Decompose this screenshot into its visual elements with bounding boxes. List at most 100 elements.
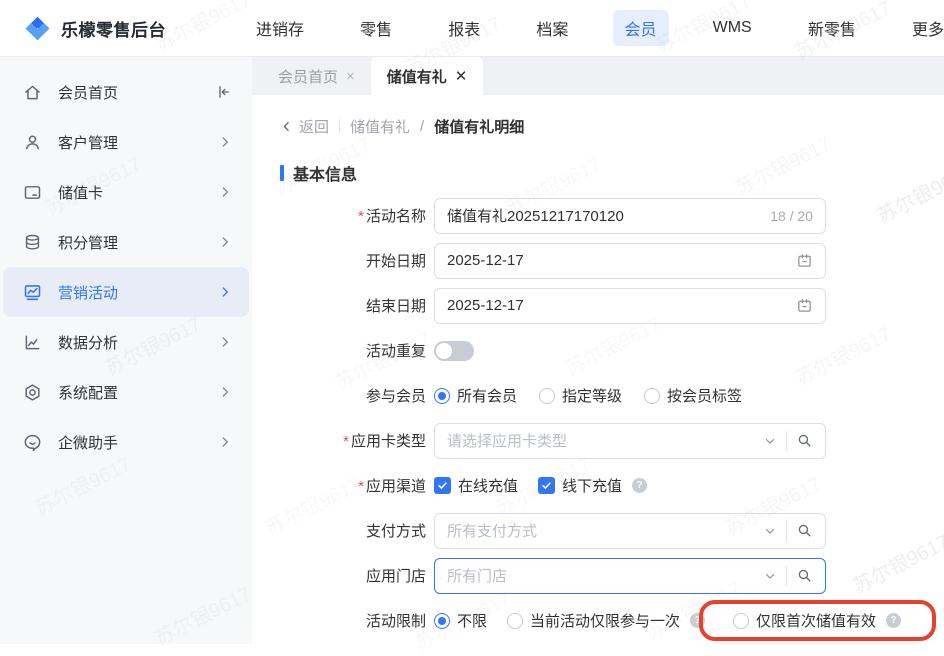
help-icon[interactable]: ? (632, 478, 648, 493)
card-type-select[interactable]: 请选择应用卡类型 (434, 422, 826, 459)
sidebar-item-points-management[interactable]: 积分管理 (0, 217, 252, 267)
lemon-logo-icon (25, 16, 50, 40)
chevron-left-icon (283, 121, 289, 131)
settings-icon (20, 380, 44, 404)
top-nav: 进销存 零售 报表 档案 会员 WMS 新零售 更多 (244, 10, 944, 46)
wecom-assistant-icon (20, 430, 44, 454)
chevron-down-icon[interactable] (763, 569, 777, 583)
nav-item-new-retail[interactable]: 新零售 (796, 10, 868, 46)
chevron-right-icon (218, 235, 232, 249)
breadcrumb-parent[interactable]: 储值有礼 (350, 116, 410, 137)
radio-by-member-tag[interactable]: 按会员标签 (644, 385, 742, 406)
sidebar-item-label: 会员首页 (58, 84, 119, 102)
payment-select[interactable]: 所有支付方式 (434, 512, 826, 549)
sidebar-item-marketing-activities[interactable]: 营销活动 (3, 267, 249, 317)
radio-label: 仅限首次储值有效 (756, 613, 877, 630)
required-mark: * (358, 478, 364, 495)
field-label: * 应用渠道 (358, 478, 426, 495)
field-label: 开始日期 (365, 253, 426, 270)
chevron-right-icon (218, 185, 232, 199)
help-icon[interactable]: ? (886, 613, 902, 628)
calendar-icon[interactable] (796, 252, 813, 269)
search-icon[interactable] (796, 522, 813, 539)
radio-label: 指定等级 (562, 388, 623, 405)
checkbox-offline-recharge[interactable]: 线下充值 ? (538, 475, 648, 496)
radio-icon (507, 612, 524, 629)
sidebar-item-label: 积分管理 (58, 234, 119, 252)
tab-member-home[interactable]: 会员首页 × (262, 57, 371, 95)
toggle-knob (436, 342, 452, 359)
start-date-picker[interactable] (434, 242, 826, 279)
radio-icon (733, 612, 750, 629)
form-row-channels: * 应用渠道 在线充值 线下充值 ? (280, 463, 944, 508)
sidebar-item-label: 客户管理 (58, 134, 119, 152)
field-label: 支付方式 (365, 523, 426, 540)
help-icon[interactable]: ? (690, 613, 706, 628)
field-label: * 应用卡类型 (343, 433, 426, 450)
nav-item-more[interactable]: 更多 (900, 10, 944, 46)
sidebar-item-customer-management[interactable]: 客户管理 (0, 117, 252, 167)
stores-select[interactable]: 所有门店 (434, 557, 826, 594)
sidebar-item-label: 企微助手 (58, 434, 119, 452)
back-label: 返回 (299, 118, 330, 136)
checkbox-online-recharge[interactable]: 在线充值 (434, 475, 518, 496)
form-row-member-scope: 参与会员 所有会员 指定等级 按会员标签 (280, 373, 944, 418)
field-label: 参与会员 (365, 388, 426, 405)
calendar-icon[interactable] (796, 297, 813, 314)
chevron-right-icon (218, 385, 232, 399)
chevron-down-icon[interactable] (763, 434, 777, 448)
activity-name-input[interactable] (447, 207, 763, 224)
collapse-sidebar-icon[interactable] (214, 83, 232, 101)
nav-item-retail[interactable]: 零售 (348, 10, 404, 46)
search-icon[interactable] (796, 567, 813, 584)
tab-stored-value-gift[interactable]: 储值有礼 ✕ (370, 57, 484, 95)
user-icon (20, 130, 44, 154)
form-row-repeat: 活动重复 (280, 328, 944, 373)
field-label: * 活动名称 (358, 208, 426, 225)
repeat-toggle[interactable] (434, 340, 474, 361)
sidebar-item-stored-value-card[interactable]: 储值卡 (0, 167, 252, 217)
radio-specified-level[interactable]: 指定等级 (539, 385, 622, 406)
activity-name-input-box: 18 / 20 (434, 197, 826, 234)
breadcrumb-separator: / (420, 117, 425, 135)
close-icon[interactable]: ✕ (455, 67, 468, 85)
radio-once-per-activity[interactable]: 当前活动仅限参与一次 ? (507, 610, 706, 631)
sidebar: 会员首页 客户管理 储值卡 积分管理 营销活动 数据分析 系统配置 企微助手 (0, 57, 252, 644)
select-divider (786, 565, 787, 586)
form-row-start-date: 开始日期 (280, 238, 944, 283)
search-icon[interactable] (796, 432, 813, 449)
nav-item-member[interactable]: 会员 (612, 10, 669, 46)
back-button[interactable]: 返回 (280, 116, 329, 137)
checkbox-checked-icon (434, 477, 451, 494)
form-row-card-type: * 应用卡类型 请选择应用卡类型 (280, 418, 944, 463)
form-row-limit: 活动限制 不限 当前活动仅限参与一次 ? 仅限首次储值有效 ? (280, 598, 944, 643)
sidebar-item-data-analysis[interactable]: 数据分析 (0, 317, 252, 367)
radio-all-members[interactable]: 所有会员 (434, 385, 517, 406)
section-title: 基本信息 (293, 167, 358, 184)
section-basic-info: 基本信息 (280, 163, 944, 184)
nav-item-archives[interactable]: 档案 (524, 10, 580, 46)
breadcrumb-current: 储值有礼明细 (434, 118, 525, 136)
sidebar-item-member-home[interactable]: 会员首页 (0, 67, 252, 117)
radio-icon (539, 387, 556, 404)
required-mark: * (343, 433, 349, 450)
radio-label: 当前活动仅限参与一次 (530, 613, 681, 630)
nav-item-wms[interactable]: WMS (701, 13, 764, 43)
marketing-icon (20, 280, 44, 304)
close-icon[interactable]: × (346, 68, 355, 85)
sidebar-item-wecom-assistant[interactable]: 企微助手 (0, 417, 252, 467)
tab-strip: 会员首页 × 储值有礼 ✕ (252, 57, 944, 95)
nav-item-inventory[interactable]: 进销存 (244, 10, 316, 46)
end-date-picker[interactable] (434, 287, 826, 324)
end-date-input[interactable] (447, 297, 796, 314)
radio-first-recharge-only[interactable]: 仅限首次储值有效 ? (733, 610, 902, 631)
select-divider (786, 430, 787, 451)
chevron-down-icon[interactable] (763, 524, 777, 538)
start-date-input[interactable] (447, 252, 796, 269)
sidebar-item-system-settings[interactable]: 系统配置 (0, 367, 252, 417)
checkbox-label: 线下充值 (562, 478, 623, 495)
nav-item-reports[interactable]: 报表 (436, 10, 492, 46)
radio-no-limit[interactable]: 不限 (434, 610, 487, 631)
main-area: 会员首页 × 储值有礼 ✕ 返回 储值有礼 / 储值有礼明细 基本信息 * 活动… (252, 57, 944, 644)
app-title: 乐檬零售后台 (61, 20, 166, 40)
